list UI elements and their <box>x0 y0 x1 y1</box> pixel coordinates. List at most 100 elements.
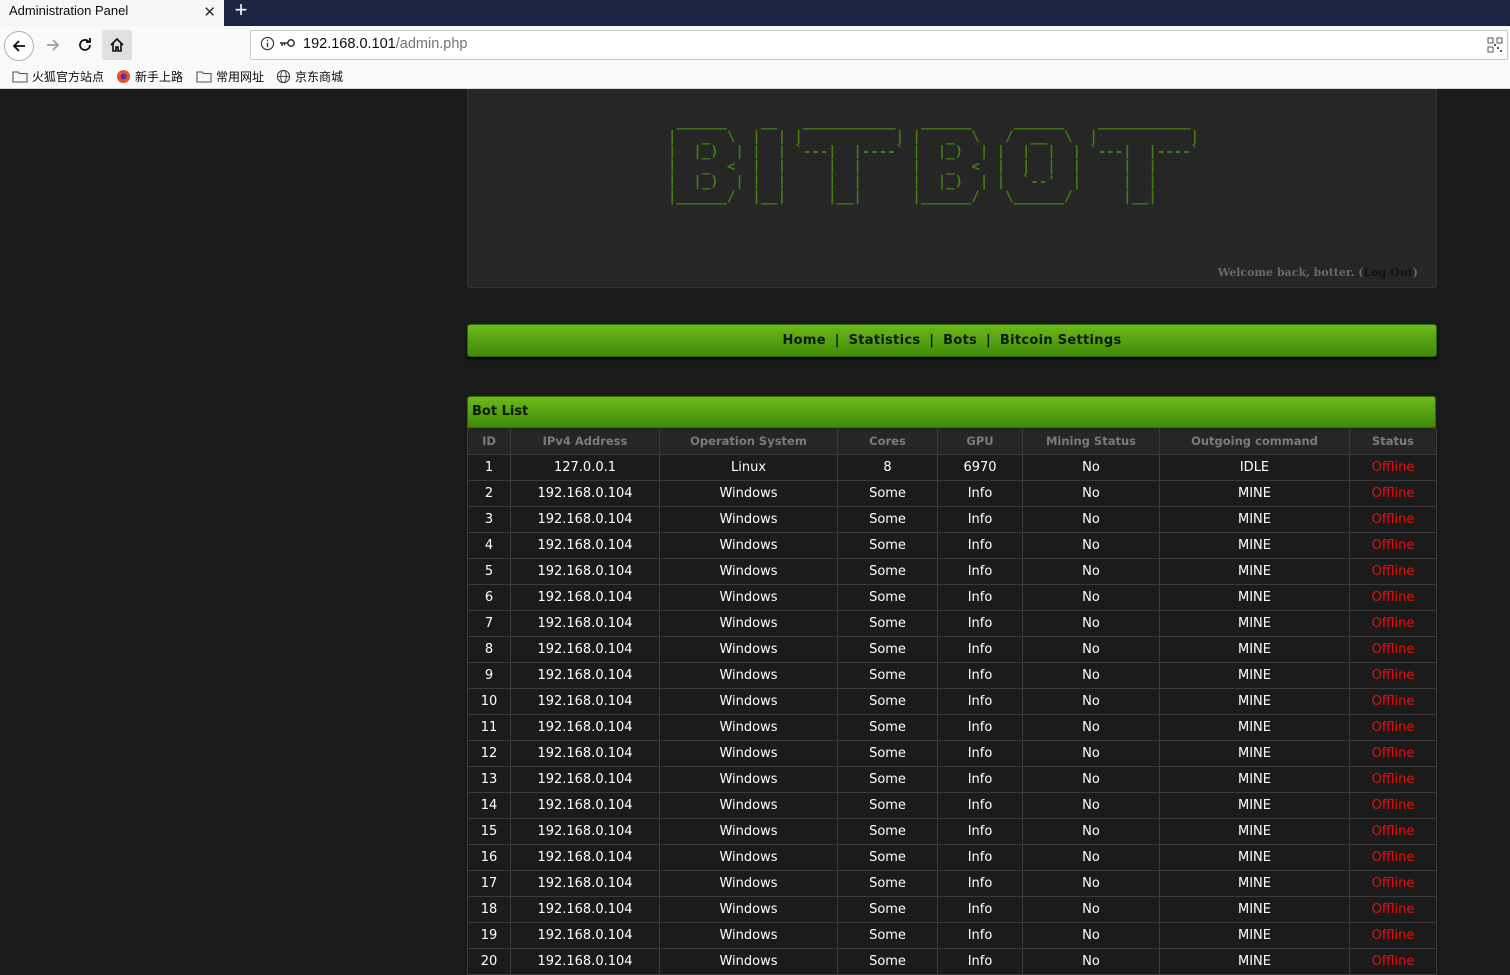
bookmarks-bar: 火狐官方站点 新手上路 常用网址 京东商城 <box>0 64 1510 89</box>
cell-id: 20 <box>467 948 511 975</box>
bookmark-label: 火狐官方站点 <box>32 70 105 84</box>
table-row[interactable]: 1 127.0.0.1 Linux 8 6970 No IDLE Offline <box>467 454 1437 481</box>
table-row[interactable]: 7 192.168.0.104 Windows Some Info No MINE Offli… <box>467 610 1437 637</box>
cell-outgoing-command: MINE <box>1159 688 1350 715</box>
cell-ipv4: 192.168.0.104 <box>510 480 660 507</box>
qr-code-icon[interactable] <box>1487 37 1503 53</box>
cell-mining-status: No <box>1022 870 1160 897</box>
cell-status: Offline <box>1349 532 1437 559</box>
cell-mining-status: No <box>1022 844 1160 871</box>
cell-mining-status: No <box>1022 610 1160 637</box>
table-row[interactable]: 17 192.168.0.104 Windows Some Info No MINE Offl… <box>467 870 1437 897</box>
bookmark-getting-started[interactable]: 新手上路 <box>116 68 183 85</box>
column-header-cores: Cores <box>837 428 938 455</box>
logout-link[interactable]: Log Out <box>1364 266 1413 279</box>
key-icon[interactable] <box>279 37 296 49</box>
cell-ipv4: 192.168.0.104 <box>510 792 660 819</box>
table-row[interactable]: 12 192.168.0.104 Windows Some Info No MINE Offl… <box>467 740 1437 767</box>
cell-gpu: 6970 <box>937 454 1023 481</box>
cell-status: Offline <box>1349 948 1437 975</box>
cell-cores: Some <box>837 766 938 793</box>
table-row[interactable]: 5 192.168.0.104 Windows Some Info No MINE Offli… <box>467 558 1437 585</box>
cell-ipv4: 192.168.0.104 <box>510 740 660 767</box>
cell-mining-status: No <box>1022 636 1160 663</box>
table-row[interactable]: 15 192.168.0.104 Windows Some Info No MINE Offl… <box>467 818 1437 845</box>
table-row[interactable]: 20 192.168.0.104 Windows Some Info No MINE Offl… <box>467 948 1437 975</box>
cell-ipv4: 192.168.0.104 <box>510 766 660 793</box>
welcome-close-paren: ) <box>1412 266 1418 279</box>
cell-os: Windows <box>659 610 838 637</box>
cell-cores: Some <box>837 584 938 611</box>
cell-os: Windows <box>659 714 838 741</box>
table-row[interactable]: 13 192.168.0.104 Windows Some Info No MINE Offl… <box>467 766 1437 793</box>
cell-id: 8 <box>467 636 511 663</box>
cell-status: Offline <box>1349 740 1437 767</box>
cell-os: Windows <box>659 662 838 689</box>
cell-gpu: Info <box>937 714 1023 741</box>
close-icon[interactable]: ✕ <box>203 2 216 22</box>
menu-statistics-link[interactable]: Statistics <box>849 333 921 348</box>
cell-os: Windows <box>659 844 838 871</box>
cell-os: Windows <box>659 766 838 793</box>
cell-status: Offline <box>1349 714 1437 741</box>
bookmark-folder-firefox-site[interactable]: 火狐官方站点 <box>12 68 104 85</box>
table-row[interactable]: 8 192.168.0.104 Windows Some Info No MINE Offli… <box>467 636 1437 663</box>
browser-tab[interactable]: Administration Panel ✕ <box>0 0 224 26</box>
cell-mining-status: No <box>1022 740 1160 767</box>
cell-mining-status: No <box>1022 532 1160 559</box>
menu-bitcoin-settings-link[interactable]: Bitcoin Settings <box>1000 333 1122 348</box>
cell-outgoing-command: MINE <box>1159 818 1350 845</box>
url-text[interactable]: 192.168.0.101/admin.php <box>303 36 467 52</box>
table-row[interactable]: 16 192.168.0.104 Windows Some Info No MINE Offl… <box>467 844 1437 871</box>
cell-id: 9 <box>467 662 511 689</box>
bot-list-header: Bot List <box>467 396 1436 428</box>
cell-gpu: Info <box>937 506 1023 533</box>
cell-status: Offline <box>1349 662 1437 689</box>
cell-status: Offline <box>1349 480 1437 507</box>
table-row[interactable]: 2 192.168.0.104 Windows Some Info No MINE Offli… <box>467 480 1437 507</box>
bookmark-label: 常用网址 <box>216 70 265 84</box>
table-row[interactable]: 11 192.168.0.104 Windows Some Info No MINE Offl… <box>467 714 1437 741</box>
menu-home-link[interactable]: Home <box>782 333 825 348</box>
cell-outgoing-command: MINE <box>1159 636 1350 663</box>
menu-bots-link[interactable]: Bots <box>943 333 977 348</box>
url-path: /admin.php <box>395 36 468 52</box>
address-bar[interactable]: 192.168.0.101/admin.php <box>250 30 1508 60</box>
cell-cores: Some <box>837 688 938 715</box>
table-row[interactable]: 19 192.168.0.104 Windows Some Info No MINE Offl… <box>467 922 1437 949</box>
reload-button[interactable] <box>70 30 100 60</box>
bookmark-label: 京东商城 <box>295 70 344 84</box>
cell-os: Windows <box>659 818 838 845</box>
forward-button[interactable] <box>38 30 68 60</box>
cell-gpu: Info <box>937 792 1023 819</box>
cell-id: 7 <box>467 610 511 637</box>
cell-cores: Some <box>837 948 938 975</box>
info-icon[interactable] <box>260 36 275 51</box>
bookmark-jd-mall[interactable]: 京东商城 <box>276 68 343 85</box>
table-row[interactable]: 9 192.168.0.104 Windows Some Info No MINE Offli… <box>467 662 1437 689</box>
cell-id: 3 <box>467 506 511 533</box>
tab-title: Administration Panel <box>9 3 129 18</box>
home-button[interactable] <box>102 30 132 60</box>
cell-gpu: Info <box>937 766 1023 793</box>
cell-cores: Some <box>837 506 938 533</box>
table-row[interactable]: 14 192.168.0.104 Windows Some Info No MINE Offl… <box>467 792 1437 819</box>
table-row[interactable]: 4 192.168.0.104 Windows Some Info No MINE Offli… <box>467 532 1437 559</box>
cell-cores: Some <box>837 610 938 637</box>
column-header-id: ID <box>467 428 511 455</box>
bookmark-folder-common-sites[interactable]: 常用网址 <box>196 68 264 85</box>
cell-ipv4: 192.168.0.104 <box>510 870 660 897</box>
cell-ipv4: 192.168.0.104 <box>510 662 660 689</box>
table-row[interactable]: 6 192.168.0.104 Windows Some Info No MINE Offli… <box>467 584 1437 611</box>
cell-mining-status: No <box>1022 558 1160 585</box>
cell-ipv4: 192.168.0.104 <box>510 922 660 949</box>
table-row[interactable]: 10 192.168.0.104 Windows Some Info No MINE Offl… <box>467 688 1437 715</box>
table-row[interactable]: 18 192.168.0.104 Windows Some Info No MINE Offl… <box>467 896 1437 923</box>
back-button[interactable] <box>4 31 34 61</box>
cell-ipv4: 192.168.0.104 <box>510 584 660 611</box>
new-tab-button[interactable]: + <box>230 0 252 22</box>
cell-cores: Some <box>837 558 938 585</box>
welcome-text: Welcome back, botter. ( <box>1217 266 1364 279</box>
column-header-gpu: GPU <box>937 428 1023 455</box>
table-row[interactable]: 3 192.168.0.104 Windows Some Info No MINE Offli… <box>467 506 1437 533</box>
